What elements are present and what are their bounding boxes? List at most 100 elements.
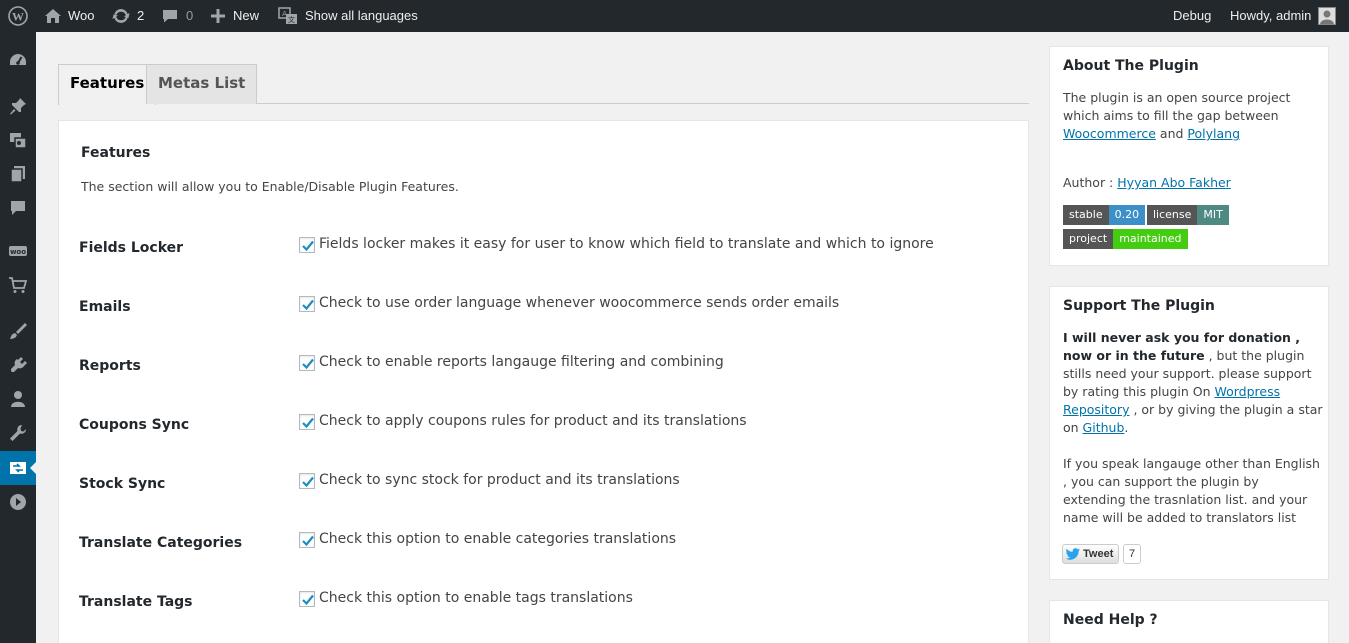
feature-checkbox[interactable] xyxy=(299,532,315,548)
feature-label: Fields Locker xyxy=(79,240,184,256)
feature-label: Coupons Sync xyxy=(79,417,190,433)
woocommerce-icon: woo xyxy=(9,246,27,256)
github-link[interactable]: Github xyxy=(1083,420,1125,435)
need-help-box: Need Help ? xyxy=(1049,600,1329,643)
tweet-button[interactable]: Tweet xyxy=(1062,544,1120,564)
about-plugin-box: About The Plugin The plugin is an open s… xyxy=(1049,46,1329,266)
feature-label: Emails xyxy=(79,299,131,315)
comment-icon xyxy=(163,10,177,23)
feature-row: Coupons Sync Check to apply coupons rules… xyxy=(79,411,1009,441)
plugins-icon xyxy=(11,357,27,372)
stable-badge[interactable]: stable 0.20 xyxy=(1063,205,1146,225)
feature-row: Stock Sync Check to sync stock for produc… xyxy=(79,470,1009,500)
tab-metas-list[interactable]: Metas List xyxy=(146,64,258,104)
show-all-languages-link[interactable]: A文 Show all languages xyxy=(278,0,418,32)
wordpress-logo-icon[interactable]: W xyxy=(8,0,28,32)
site-name-link[interactable]: Woo xyxy=(44,0,95,32)
admin-bar: W Woo 2 0 New A文 Show all languages Debu… xyxy=(0,0,1349,32)
checkmark-icon xyxy=(302,417,314,429)
admin-menu: woo xyxy=(0,32,36,643)
menu-users[interactable] xyxy=(0,382,36,416)
feature-description: Check to use order language whenever woo… xyxy=(319,295,840,311)
author-line: Author : Hyyan Abo Fakher xyxy=(1063,174,1323,192)
feature-checkbox[interactable] xyxy=(299,414,315,430)
feature-checkbox[interactable] xyxy=(299,591,315,607)
feature-row: Emails Check to use order language whenev… xyxy=(79,293,1009,323)
checkmark-icon xyxy=(302,594,314,606)
need-help-title: Need Help ? xyxy=(1063,612,1158,628)
menu-hyyan-plugin[interactable] xyxy=(0,451,36,485)
twitter-bird-icon xyxy=(1066,548,1080,560)
wrench-icon xyxy=(10,424,27,441)
menu-posts[interactable] xyxy=(0,89,36,123)
features-panel: Features The section will allow you to E… xyxy=(58,120,1029,643)
checkmark-icon xyxy=(302,535,314,547)
feature-row: Translate Categories Check this option to… xyxy=(79,529,1009,559)
about-text-and: and xyxy=(1159,126,1184,141)
svg-text:woo: woo xyxy=(10,248,26,256)
site-name-label: Woo xyxy=(68,8,95,23)
feature-description: Check this option to enable tags transla… xyxy=(319,590,633,606)
svg-text:A: A xyxy=(282,10,287,18)
comments-link[interactable]: 0 xyxy=(161,0,193,32)
svg-text:W: W xyxy=(12,10,24,24)
menu-products[interactable] xyxy=(0,268,36,302)
menu-media[interactable] xyxy=(0,123,36,157)
menu-collapse[interactable] xyxy=(0,485,36,519)
badge-value: 0.20 xyxy=(1108,205,1146,225)
about-text: The plugin is an open source project whi… xyxy=(1063,89,1323,143)
menu-tools[interactable] xyxy=(0,416,36,450)
dashboard-icon xyxy=(10,54,26,65)
tab-bar: Features Metas List xyxy=(58,64,1029,105)
woocommerce-link[interactable]: Woocommerce xyxy=(1063,126,1156,141)
comments-icon xyxy=(11,201,25,215)
new-label: New xyxy=(233,8,260,23)
media-icon xyxy=(10,133,27,149)
feature-checkbox[interactable] xyxy=(299,237,315,253)
updates-link[interactable]: 2 xyxy=(111,0,144,32)
users-icon xyxy=(11,391,25,407)
menu-dashboard[interactable] xyxy=(0,44,36,78)
support-title: Support The Plugin xyxy=(1063,298,1215,314)
checkmark-icon xyxy=(302,240,314,252)
feature-label: Reports xyxy=(79,358,141,374)
cart-icon xyxy=(9,277,28,293)
feature-checkbox[interactable] xyxy=(299,296,315,312)
author-link[interactable]: Hyyan Abo Fakher xyxy=(1117,175,1231,190)
feature-description: Fields locker makes it easy for user to … xyxy=(319,236,934,252)
paintbrush-icon xyxy=(10,323,27,339)
new-content-link[interactable]: New xyxy=(211,0,259,32)
menu-woocommerce[interactable]: woo xyxy=(0,234,36,268)
badge-label: license xyxy=(1147,205,1198,225)
show-all-languages-label: Show all languages xyxy=(305,8,418,23)
plus-icon xyxy=(211,9,225,23)
updates-icon xyxy=(112,9,130,23)
section-title: Features xyxy=(81,145,151,161)
polylang-link[interactable]: Polylang xyxy=(1187,126,1240,141)
feature-checkbox[interactable] xyxy=(299,355,315,371)
menu-plugins[interactable] xyxy=(0,348,36,382)
support-text: I will never ask you for donation , now … xyxy=(1063,329,1323,437)
debug-link[interactable]: Debug xyxy=(1173,0,1211,32)
translation-support-text: If you speak langauge other than English… xyxy=(1063,456,1320,525)
howdy-label: Howdy, admin xyxy=(1230,8,1312,23)
comments-count: 0 xyxy=(186,8,194,23)
tweet-label: Tweet xyxy=(1083,548,1114,560)
my-account-link[interactable]: Howdy, admin xyxy=(1230,0,1337,32)
tab-features[interactable]: Features xyxy=(58,64,157,105)
license-badge[interactable]: license MIT xyxy=(1147,205,1229,225)
feature-label: Translate Tags xyxy=(79,594,193,610)
tweet-count: 7 xyxy=(1123,544,1142,564)
hyyan-plugin-icon xyxy=(10,462,26,474)
debug-label: Debug xyxy=(1173,8,1212,23)
feature-row: Fields Locker Fields locker makes it easy… xyxy=(79,234,1009,264)
feature-label: Stock Sync xyxy=(79,476,166,492)
feature-row: Translate Tags Check this option to enabl… xyxy=(79,588,1009,618)
menu-comments[interactable] xyxy=(0,191,36,225)
project-badge[interactable]: project maintained xyxy=(1063,229,1188,249)
menu-pages[interactable] xyxy=(0,157,36,191)
feature-checkbox[interactable] xyxy=(299,473,315,489)
menu-appearance[interactable] xyxy=(0,314,36,348)
feature-description: Check this option to enable categories t… xyxy=(319,531,677,547)
section-description: The section will allow you to Enable/Dis… xyxy=(81,179,459,194)
